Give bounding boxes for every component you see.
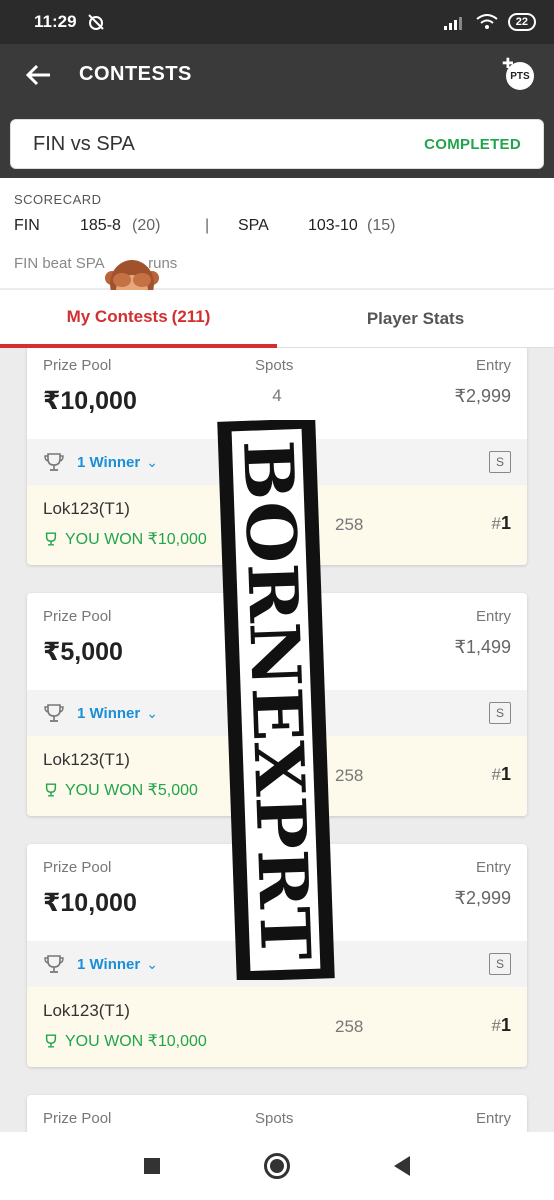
score-separator: | (205, 217, 210, 234)
chevron-down-icon[interactable]: ⌄ (146, 454, 158, 471)
team1-name: FIN (14, 217, 40, 234)
team2-name: SPA (238, 217, 269, 234)
team-name: Lok123(T1) (43, 1001, 130, 1020)
home-button[interactable] (264, 1153, 290, 1179)
trophy-icon (44, 955, 64, 973)
result-prefix: FIN beat SPA (14, 255, 104, 272)
team2-score: 103-10 (308, 217, 358, 234)
entry-label: Entry (475, 608, 511, 625)
winners-dropdown[interactable]: 1 Winner (77, 705, 140, 722)
spots-value: 4 (272, 386, 282, 405)
battery-indicator: 22 (507, 13, 536, 31)
trophy-icon (45, 783, 57, 797)
alarm-off-icon (87, 14, 104, 30)
spots-label: Spots (255, 357, 294, 374)
prize-pool-label: Prize Pool (43, 1110, 112, 1127)
team-rank: #1 (491, 513, 511, 533)
win-amount: YOU WON ₹5,000 (65, 782, 198, 799)
single-entry-badge: S (489, 702, 511, 724)
entry-fee: ₹2,999 (454, 888, 512, 908)
entry-fee: ₹1,499 (454, 637, 512, 657)
system-back-button[interactable] (394, 1156, 410, 1176)
team-name: Lok123(T1) (43, 750, 130, 769)
watermark: BORNEXPRT (217, 420, 335, 980)
prize-amount: ₹5,000 (43, 638, 123, 666)
prize-pool-label: Prize Pool (43, 859, 112, 876)
match-result: FIN beat SPA runs (14, 255, 540, 272)
win-amount: YOU WON ₹10,000 (65, 531, 207, 548)
wifi-icon (476, 14, 498, 29)
chevron-down-icon[interactable]: ⌄ (146, 705, 158, 722)
plus-icon: ✚ (502, 55, 514, 71)
scorecard: SCORECARD FIN 185-8 (20) | SPA 103-10 (1… (0, 178, 554, 288)
team2-overs: (15) (367, 217, 396, 234)
entry-label: Entry (475, 357, 511, 374)
prize-pool-label: Prize Pool (43, 608, 112, 625)
prize-amount: ₹10,000 (43, 387, 137, 415)
trophy-icon (44, 704, 64, 722)
win-status: YOU WON ₹10,000 (43, 1031, 207, 1051)
match-status-badge: COMPLETED (424, 135, 521, 153)
back-arrow-icon[interactable] (24, 60, 54, 90)
trophy-icon (44, 453, 64, 471)
match-summary-box: FIN vs SPA COMPLETED (10, 119, 544, 169)
spots-label: Spots (255, 1110, 294, 1127)
single-entry-badge: S (489, 451, 511, 473)
win-status: YOU WON ₹10,000 (43, 529, 207, 549)
match-teams: FIN vs SPA (33, 132, 135, 155)
points-system-button[interactable]: ✚ PTS (502, 55, 534, 90)
system-nav-bar (0, 1132, 554, 1200)
tab-my-contests-label: My Contests (66, 307, 168, 326)
chevron-down-icon[interactable]: ⌄ (146, 956, 158, 973)
tab-my-contests-count: (211) (171, 307, 211, 326)
trophy-icon (45, 532, 57, 546)
winners-dropdown[interactable]: 1 Winner (77, 454, 140, 471)
tab-my-contests[interactable]: My Contests (211) (0, 290, 277, 348)
entry-fee: ₹2,999 (454, 386, 512, 406)
trophy-icon (45, 1034, 57, 1048)
prize-pool-label: Prize Pool (43, 357, 112, 374)
team-rank: #1 (491, 1015, 511, 1035)
pts-label: PTS (510, 70, 530, 82)
scorecard-label: SCORECARD (14, 192, 102, 207)
signal-icon (443, 17, 462, 30)
status-bar: 11:29 22 (0, 0, 554, 44)
team-rank: #1 (491, 764, 511, 784)
score-row: FIN 185-8 (20) | SPA 103-10 (15) (14, 217, 540, 239)
team-name: Lok123(T1) (43, 499, 130, 518)
team-points: 258 (335, 1017, 364, 1036)
page-title: CONTESTS (79, 63, 192, 85)
entry-label: Entry (475, 1110, 511, 1127)
prize-amount: ₹10,000 (43, 889, 137, 917)
winners-dropdown[interactable]: 1 Winner (77, 956, 140, 973)
tab-bar: My Contests (211) Player Stats (0, 290, 554, 348)
tab-player-stats-label: Player Stats (366, 309, 465, 328)
status-time: 11:29 (34, 12, 77, 31)
win-amount: YOU WON ₹10,000 (65, 1033, 207, 1050)
tab-player-stats[interactable]: Player Stats (277, 290, 554, 348)
team1-overs: (20) (132, 217, 161, 234)
single-entry-badge: S (489, 953, 511, 975)
recents-button[interactable] (144, 1158, 160, 1174)
contest-card[interactable]: Prize Pool Spots Entry (27, 1095, 527, 1132)
team-result-row[interactable]: Lok123(T1) YOU WON ₹10,000 258 #1 (27, 987, 527, 1067)
team1-score: 185-8 (80, 217, 121, 234)
entry-label: Entry (475, 859, 511, 876)
win-status: YOU WON ₹5,000 (43, 780, 198, 800)
